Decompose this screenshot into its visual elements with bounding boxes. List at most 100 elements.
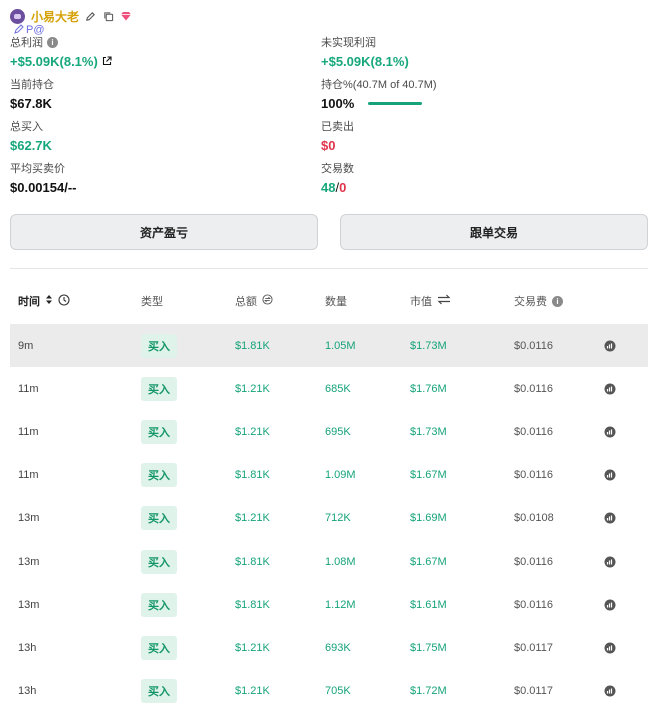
row-type: 买入 [141, 454, 177, 497]
row-mcap: $1.72M [410, 685, 447, 698]
asset-pnl-button[interactable]: 资产盈亏 [10, 214, 318, 250]
buy-badge: 买入 [141, 592, 177, 617]
row-total: $1.81K [235, 469, 270, 482]
row-type: 买入 [141, 583, 177, 626]
row-time: 11m [18, 382, 39, 395]
buy-badge: 买入 [141, 333, 177, 358]
buy-badge: 买入 [141, 506, 177, 531]
avg-price-value: $0.00154/-- [10, 180, 77, 195]
row-time: 13m [18, 598, 40, 611]
row-qty: 705K [325, 685, 351, 698]
row-qty: 695K [325, 425, 351, 438]
buy-badge: 买入 [141, 549, 177, 574]
stat-unrealized: 未实现利润 +$5.09K(8.1%) [321, 34, 409, 69]
row-fee: $0.0116 [514, 425, 553, 438]
row-time: 13m [18, 512, 40, 525]
trades-buys: 48 [321, 180, 336, 195]
sold-value: $0 [321, 138, 336, 153]
table-row[interactable]: 11m 买入 $1.21K 695K $1.73M $0.0116 [10, 410, 648, 453]
total-buy-value: $62.7K [10, 138, 52, 153]
th-fee: 交易费 i [514, 290, 563, 312]
buy-badge: 买入 [141, 679, 177, 704]
holding-label: 当前持仓 [10, 79, 54, 91]
copy-icon[interactable] [101, 9, 115, 23]
th-total[interactable]: 总额 [235, 290, 273, 312]
user-name[interactable]: 小易大老 [31, 8, 79, 25]
edit-icon[interactable] [83, 9, 97, 23]
th-type: 类型 [141, 296, 163, 308]
row-time: 13m [18, 555, 40, 568]
table-row[interactable]: 11m 买入 $1.81K 1.09M $1.67M $0.0116 [10, 454, 648, 497]
avg-price-label: 平均买卖价 [10, 163, 65, 175]
external-link-icon[interactable] [102, 54, 112, 69]
avatar-icon[interactable] [10, 8, 25, 24]
explorer-icon[interactable] [604, 497, 616, 540]
row-mcap: $1.73M [410, 339, 447, 352]
table-row[interactable]: 13h 买入 $1.21K 705K $1.72M $0.0117 [10, 670, 648, 712]
row-total: $1.21K [235, 425, 270, 438]
explorer-icon[interactable] [604, 410, 616, 453]
buy-badge: 买入 [141, 376, 177, 401]
row-time: 13h [18, 685, 37, 698]
row-mcap: $1.73M [410, 425, 447, 438]
explorer-icon[interactable] [604, 324, 616, 367]
row-qty: 1.08M [325, 555, 356, 568]
holding-pct-value: 100% [321, 96, 355, 111]
table-row[interactable]: 9m 买入 $1.81K 1.05M $1.73M $0.0116 [10, 324, 648, 368]
row-total: $1.81K [235, 598, 270, 611]
row-total: $1.21K [235, 685, 270, 698]
row-mcap: $1.69M [410, 512, 447, 525]
row-total: $1.21K [235, 382, 270, 395]
row-time: 11m [18, 469, 39, 482]
row-type: 买入 [141, 324, 177, 367]
row-time: 11m [18, 425, 39, 438]
table-row[interactable]: 13h 买入 $1.21K 693K $1.75M $0.0117 [10, 626, 648, 669]
row-qty: 685K [325, 382, 351, 395]
explorer-icon[interactable] [604, 454, 616, 497]
divider [10, 268, 648, 269]
th-time-label: 时间 [18, 296, 40, 308]
row-fee: $0.0116 [514, 382, 553, 395]
explorer-icon[interactable] [604, 583, 616, 626]
stat-total-profit: 总利润 i +$5.09K(8.1%) [10, 34, 112, 69]
row-type: 买入 [141, 367, 177, 410]
th-time[interactable]: 时间 [18, 290, 70, 312]
total-buy-label: 总买入 [10, 121, 43, 133]
row-total: $1.81K [235, 555, 270, 568]
row-fee: $0.0116 [514, 598, 553, 611]
holding-value: $67.8K [10, 96, 52, 111]
explorer-icon[interactable] [604, 670, 616, 712]
row-type: 买入 [141, 497, 177, 540]
row-mcap: $1.67M [410, 469, 447, 482]
stat-holding: 当前持仓 $67.8K [10, 76, 54, 111]
row-type: 买入 [141, 670, 177, 712]
explorer-icon[interactable] [604, 540, 616, 583]
stat-total-buy: 总买入 $62.7K [10, 118, 52, 153]
stat-sold: 已卖出 $0 [321, 118, 354, 153]
currency-toggle-icon[interactable] [262, 294, 273, 308]
info-icon[interactable]: i [47, 36, 58, 48]
th-total-label: 总额 [235, 296, 257, 308]
sort-icon[interactable] [45, 294, 53, 308]
row-type: 买入 [141, 540, 177, 583]
swap-icon[interactable] [437, 294, 451, 308]
row-type: 买入 [141, 410, 177, 453]
row-total: $1.81K [235, 339, 270, 352]
th-qty: 数量 [325, 296, 347, 308]
table-row[interactable]: 13m 买入 $1.81K 1.08M $1.67M $0.0116 [10, 540, 648, 583]
buy-badge: 买入 [141, 419, 177, 444]
unrealized-value: +$5.09K(8.1%) [321, 54, 409, 69]
trades-label: 交易数 [321, 163, 354, 175]
stat-avg-price: 平均买卖价 $0.00154/-- [10, 160, 77, 195]
copy-trade-button[interactable]: 跟单交易 [340, 214, 648, 250]
table-row[interactable]: 13m 买入 $1.81K 1.12M $1.61M $0.0116 [10, 583, 648, 626]
explorer-icon[interactable] [604, 626, 616, 669]
info-icon[interactable]: i [552, 295, 563, 307]
explorer-icon[interactable] [604, 367, 616, 410]
clock-icon[interactable] [58, 293, 70, 309]
table-row[interactable]: 13m 买入 $1.21K 712K $1.69M $0.0108 [10, 497, 648, 540]
row-fee: $0.0117 [514, 641, 553, 654]
th-mcap[interactable]: 市值 [410, 290, 451, 312]
unrealized-label: 未实现利润 [321, 37, 376, 49]
table-row[interactable]: 11m 买入 $1.21K 685K $1.76M $0.0116 [10, 367, 648, 410]
